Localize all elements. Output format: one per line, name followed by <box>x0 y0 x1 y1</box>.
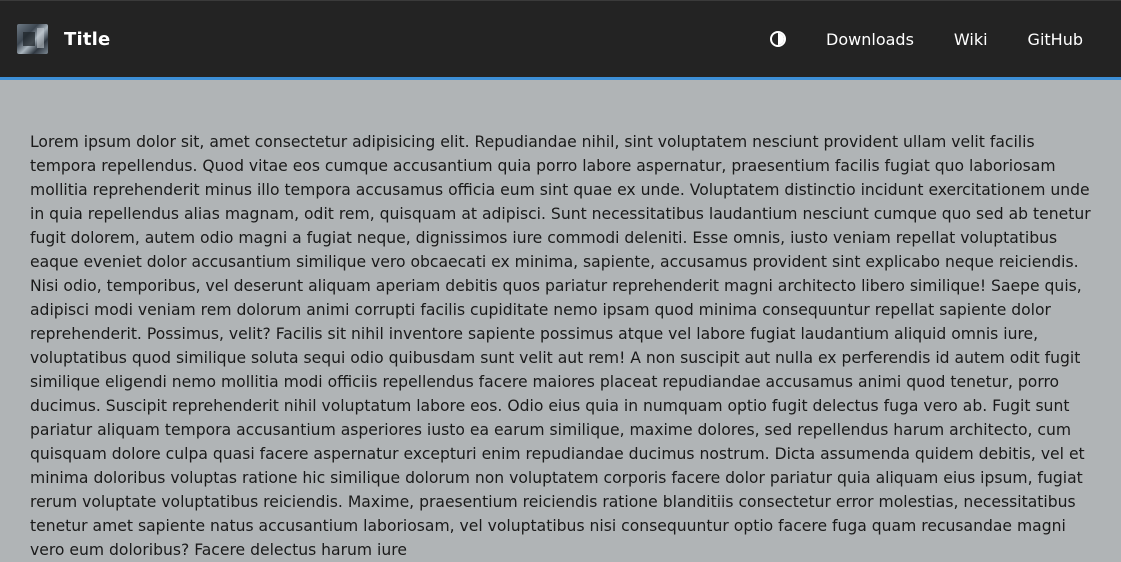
nav-links: Downloads Wiki GitHub <box>770 30 1083 49</box>
nav-link-wiki[interactable]: Wiki <box>954 30 988 49</box>
nav-link-github[interactable]: GitHub <box>1028 30 1083 49</box>
site-title[interactable]: Title <box>64 29 110 50</box>
nav-link-downloads[interactable]: Downloads <box>826 30 914 49</box>
logo-image[interactable] <box>17 24 48 54</box>
half-circle-contrast-icon[interactable] <box>770 31 787 47</box>
top-navbar: Title Downloads Wiki GitHub <box>0 0 1121 80</box>
brand[interactable]: Title <box>17 24 110 54</box>
body-paragraph: Lorem ipsum dolor sit, amet consectetur … <box>30 133 1091 559</box>
